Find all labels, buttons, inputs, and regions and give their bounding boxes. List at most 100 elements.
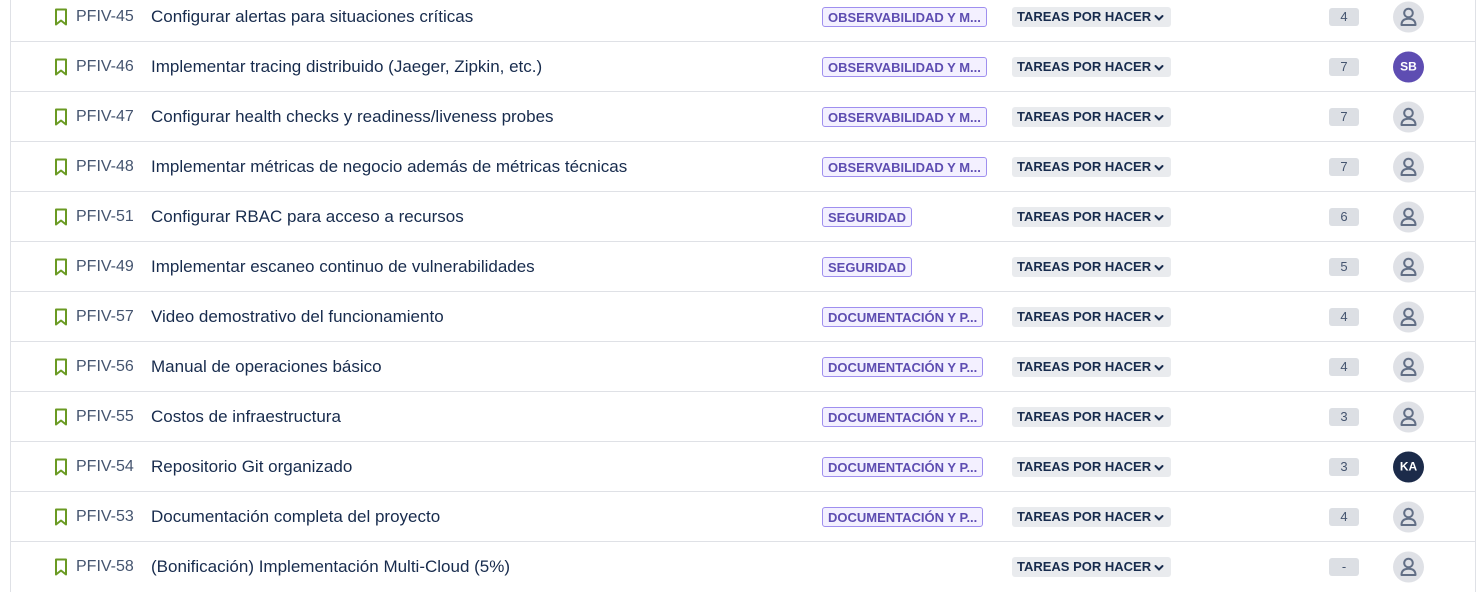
status-dropdown[interactable]: TAREAS POR HACER bbox=[1012, 6, 1171, 27]
status-label: TAREAS POR HACER bbox=[1017, 308, 1152, 324]
status-label: TAREAS POR HACER bbox=[1017, 208, 1152, 224]
chevron-down-icon bbox=[1154, 364, 1164, 371]
unassigned-avatar[interactable] bbox=[1393, 1, 1424, 32]
user-icon bbox=[1400, 357, 1417, 376]
epic-lozenge[interactable]: SEGURIDAD bbox=[822, 256, 913, 277]
status-dropdown[interactable]: TAREAS POR HACER bbox=[1012, 106, 1171, 127]
issue-key-link[interactable]: PFIV-45 bbox=[76, 8, 134, 26]
assignee-avatar[interactable]: SB bbox=[1393, 51, 1424, 82]
issue-row[interactable]: PFIV-51 Configurar RBAC para acceso a rec… bbox=[11, 192, 1475, 242]
issue-summary[interactable]: Repositorio Git organizado bbox=[151, 457, 352, 477]
status-dropdown[interactable]: TAREAS POR HACER bbox=[1012, 56, 1171, 77]
status-dropdown[interactable]: TAREAS POR HACER bbox=[1012, 456, 1171, 477]
epic-lozenge[interactable]: OBSERVABILIDAD Y M... bbox=[822, 56, 987, 77]
status-dropdown[interactable]: TAREAS POR HACER bbox=[1012, 406, 1171, 427]
issue-row[interactable]: PFIV-53 Documentación completa del proyec… bbox=[11, 492, 1475, 542]
epic-lozenge[interactable]: DOCUMENTACIÓN Y P... bbox=[822, 306, 984, 327]
status-dropdown[interactable]: TAREAS POR HACER bbox=[1012, 256, 1171, 277]
issue-summary[interactable]: Implementar métricas de negocio además d… bbox=[151, 157, 627, 177]
issue-summary[interactable]: Implementar tracing distribuido (Jaeger,… bbox=[151, 57, 542, 77]
assignee-avatar[interactable]: KA bbox=[1393, 451, 1424, 482]
story-bookmark-icon bbox=[55, 208, 67, 225]
user-icon bbox=[1400, 257, 1417, 276]
epic-lozenge[interactable]: OBSERVABILIDAD Y M... bbox=[822, 156, 987, 177]
story-points-badge[interactable]: 7 bbox=[1329, 157, 1359, 176]
story-points-badge[interactable]: 5 bbox=[1329, 257, 1359, 276]
status-dropdown[interactable]: TAREAS POR HACER bbox=[1012, 206, 1171, 227]
unassigned-avatar[interactable] bbox=[1393, 551, 1424, 583]
unassigned-avatar[interactable] bbox=[1393, 201, 1424, 232]
epic-lozenge[interactable]: OBSERVABILIDAD Y M... bbox=[822, 6, 987, 27]
story-points-badge[interactable]: 4 bbox=[1329, 7, 1359, 26]
story-points-badge[interactable]: 6 bbox=[1329, 207, 1359, 226]
status-label: TAREAS POR HACER bbox=[1017, 258, 1152, 274]
issue-key-link[interactable]: PFIV-49 bbox=[76, 258, 134, 276]
issue-key-link[interactable]: PFIV-53 bbox=[76, 508, 134, 526]
issue-key-link[interactable]: PFIV-51 bbox=[76, 208, 134, 226]
issue-row[interactable]: PFIV-57 Video demostrativo del funcionami… bbox=[11, 292, 1475, 342]
issue-summary[interactable]: Documentación completa del proyecto bbox=[151, 507, 440, 527]
issue-summary[interactable]: Configurar RBAC para acceso a recursos bbox=[151, 207, 464, 227]
story-points-badge[interactable]: 3 bbox=[1329, 457, 1359, 476]
chevron-down-icon bbox=[1154, 64, 1164, 71]
issue-row[interactable]: PFIV-45 Configurar alertas para situacion… bbox=[11, 0, 1475, 42]
story-bookmark-icon bbox=[55, 558, 67, 576]
status-label: TAREAS POR HACER bbox=[1017, 58, 1152, 74]
issue-row[interactable]: PFIV-58 (Bonificación) Implementación Mul… bbox=[11, 542, 1475, 592]
issue-summary[interactable]: Manual de operaciones básico bbox=[151, 357, 382, 377]
unassigned-avatar[interactable] bbox=[1393, 301, 1424, 332]
unassigned-avatar[interactable] bbox=[1393, 251, 1424, 282]
issue-row[interactable]: PFIV-49 Implementar escaneo continuo de v… bbox=[11, 242, 1475, 292]
story-points-badge[interactable]: 4 bbox=[1329, 307, 1359, 326]
story-points-badge[interactable]: 3 bbox=[1329, 407, 1359, 426]
unassigned-avatar[interactable] bbox=[1393, 501, 1424, 532]
issue-summary[interactable]: Costos de infraestructura bbox=[151, 407, 341, 427]
epic-lozenge[interactable]: DOCUMENTACIÓN Y P... bbox=[822, 456, 984, 477]
issue-summary[interactable]: Implementar escaneo continuo de vulnerab… bbox=[151, 257, 535, 277]
story-points-badge[interactable]: - bbox=[1329, 558, 1359, 576]
unassigned-avatar[interactable] bbox=[1393, 101, 1424, 132]
issue-key-link[interactable]: PFIV-46 bbox=[76, 58, 134, 76]
issue-summary[interactable]: Configurar alertas para situaciones crít… bbox=[151, 7, 473, 27]
story-points-badge[interactable]: 4 bbox=[1329, 357, 1359, 376]
story-bookmark-icon bbox=[55, 58, 67, 75]
issue-row[interactable]: PFIV-48 Implementar métricas de negocio a… bbox=[11, 142, 1475, 192]
epic-lozenge[interactable]: OBSERVABILIDAD Y M... bbox=[822, 106, 987, 127]
issue-key-link[interactable]: PFIV-57 bbox=[76, 308, 134, 326]
issue-key-link[interactable]: PFIV-58 bbox=[76, 558, 134, 576]
issue-row[interactable]: PFIV-47 Configurar health checks y readin… bbox=[11, 92, 1475, 142]
story-bookmark-icon bbox=[55, 458, 67, 475]
chevron-down-icon bbox=[1154, 514, 1164, 521]
chevron-down-icon bbox=[1154, 114, 1164, 121]
issue-summary[interactable]: Video demostrativo del funcionamiento bbox=[151, 307, 444, 327]
chevron-down-icon bbox=[1154, 414, 1164, 421]
epic-lozenge[interactable]: DOCUMENTACIÓN Y P... bbox=[822, 356, 984, 377]
issue-key-link[interactable]: PFIV-54 bbox=[76, 458, 134, 476]
issue-key-link[interactable]: PFIV-55 bbox=[76, 408, 134, 426]
unassigned-avatar[interactable] bbox=[1393, 401, 1424, 432]
issue-summary[interactable]: (Bonificación) Implementación Multi-Clou… bbox=[151, 557, 510, 577]
unassigned-avatar[interactable] bbox=[1393, 151, 1424, 182]
status-dropdown[interactable]: TAREAS POR HACER bbox=[1012, 557, 1171, 577]
issue-summary[interactable]: Configurar health checks y readiness/liv… bbox=[151, 107, 554, 127]
issue-key-link[interactable]: PFIV-48 bbox=[76, 158, 134, 176]
status-dropdown[interactable]: TAREAS POR HACER bbox=[1012, 156, 1171, 177]
issue-row[interactable]: PFIV-55 Costos de infraestructura DOCUMENT… bbox=[11, 392, 1475, 442]
status-dropdown[interactable]: TAREAS POR HACER bbox=[1012, 306, 1171, 327]
issue-key-link[interactable]: PFIV-56 bbox=[76, 358, 134, 376]
unassigned-avatar[interactable] bbox=[1393, 351, 1424, 382]
epic-lozenge[interactable]: DOCUMENTACIÓN Y P... bbox=[822, 506, 984, 527]
chevron-down-icon bbox=[1154, 164, 1164, 171]
issue-row[interactable]: PFIV-54 Repositorio Git organizado DOCUMEN… bbox=[11, 442, 1475, 492]
issue-row[interactable]: PFIV-56 Manual de operaciones básico DOCUM… bbox=[11, 342, 1475, 392]
status-dropdown[interactable]: TAREAS POR HACER bbox=[1012, 506, 1171, 527]
story-points-badge[interactable]: 4 bbox=[1329, 507, 1359, 526]
issue-row[interactable]: PFIV-46 Implementar tracing distribuido (… bbox=[11, 42, 1475, 92]
story-points-badge[interactable]: 7 bbox=[1329, 57, 1359, 76]
issue-key-link[interactable]: PFIV-47 bbox=[76, 108, 134, 126]
story-points-badge[interactable]: 7 bbox=[1329, 107, 1359, 126]
epic-lozenge[interactable]: SEGURIDAD bbox=[822, 206, 913, 227]
status-dropdown[interactable]: TAREAS POR HACER bbox=[1012, 356, 1171, 377]
epic-lozenge[interactable]: DOCUMENTACIÓN Y P... bbox=[822, 406, 984, 427]
backlog-issue-list: PFIV-45 Configurar alertas para situacion… bbox=[10, 0, 1476, 592]
